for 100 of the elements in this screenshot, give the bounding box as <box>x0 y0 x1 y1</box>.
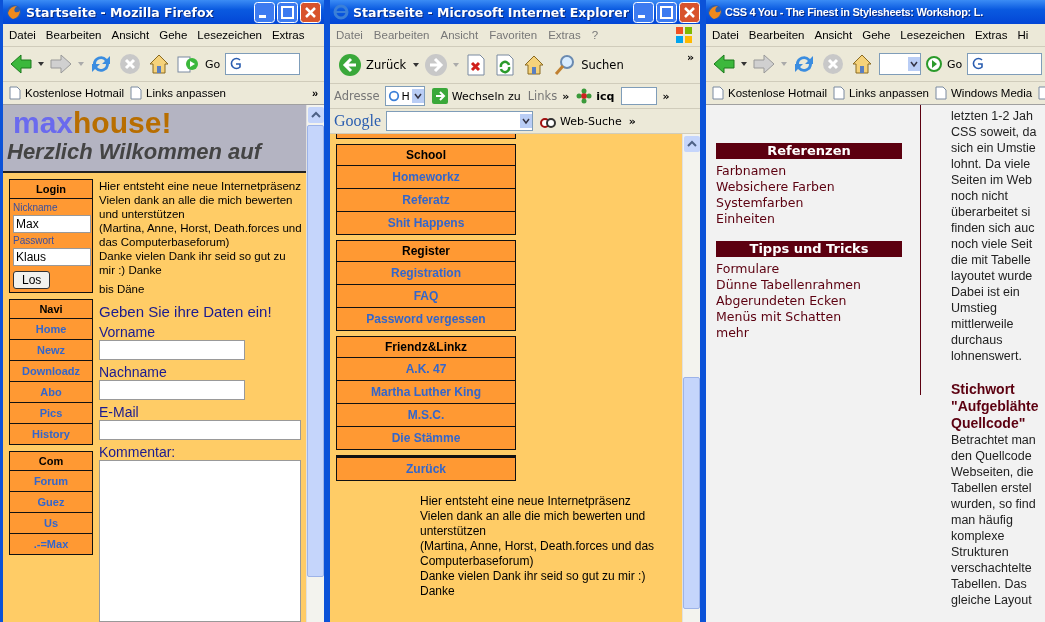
icq-button[interactable]: icq <box>574 88 617 104</box>
article-text: layoutet wurde <box>951 268 1034 284</box>
menu-item[interactable]: Lesezeichen <box>197 29 262 41</box>
login-button[interactable]: Los <box>13 271 51 289</box>
more-chevron[interactable]: » <box>562 89 570 103</box>
dropdown-icon[interactable] <box>520 114 533 128</box>
menu-item[interactable]: Favoriten <box>489 29 538 41</box>
menu-link[interactable]: Menüs mit Schatten <box>716 309 902 325</box>
go-button[interactable]: Wechseln zu <box>429 88 523 104</box>
web-search-button[interactable]: Web-Suche <box>538 113 624 129</box>
menu-heading: Navi <box>10 300 92 319</box>
search-field[interactable] <box>225 53 301 75</box>
menu-item[interactable]: Ansicht <box>440 29 479 41</box>
globe-icon <box>707 4 723 20</box>
menu-item[interactable]: Datei <box>712 29 739 41</box>
menu-link[interactable]: Abgerundeten Ecken <box>716 293 902 309</box>
maximize-icon[interactable] <box>277 1 298 23</box>
back-arrow-icon[interactable] <box>712 52 736 76</box>
input-field[interactable] <box>99 420 301 440</box>
article-text: Tabellen. Das <box>951 576 1028 592</box>
menu-link[interactable]: Formulare <box>716 261 902 277</box>
input-field[interactable] <box>99 380 245 400</box>
article-text: Dabei ist ein <box>951 284 1021 300</box>
article-text: komplexe <box>951 528 1006 544</box>
windows-flag-icon <box>674 25 694 45</box>
menu-item[interactable]: Gehe <box>862 29 891 41</box>
menu-item[interactable]: Bearbeiten <box>45 29 102 41</box>
go-icon[interactable] <box>926 56 942 72</box>
google-logo[interactable]: Google <box>334 112 382 130</box>
search-button[interactable]: Suchen <box>551 53 626 77</box>
bookmark-link[interactable]: Windows Media <box>935 86 1033 100</box>
menu-item[interactable]: Datei <box>336 29 363 41</box>
menu-item[interactable]: Ansicht <box>814 29 853 41</box>
menu-link[interactable]: Systemfarben <box>716 195 902 211</box>
close-icon[interactable] <box>678 1 700 23</box>
input-field[interactable]: Max <box>13 215 91 233</box>
google-search-field[interactable] <box>386 111 534 131</box>
minimize-icon[interactable] <box>632 1 654 23</box>
dropdown-icon[interactable] <box>411 89 424 103</box>
menu-item[interactable]: Ansicht <box>111 29 150 41</box>
welcome-heading: Herzlich Wilkommen auf <box>6 139 264 165</box>
menu-link[interactable]: Einheiten <box>716 211 902 227</box>
caret-icon[interactable] <box>741 62 747 66</box>
links-label[interactable]: Links <box>527 89 558 103</box>
more-chevron[interactable]: » <box>311 87 318 99</box>
menu-item[interactable]: Extras <box>548 29 581 41</box>
menu-link[interactable]: mehr <box>716 325 902 341</box>
input-field[interactable] <box>99 340 245 360</box>
minimize-icon[interactable] <box>254 1 275 23</box>
go-label[interactable]: Go <box>205 57 221 71</box>
caret-icon[interactable] <box>413 63 420 67</box>
scrollbar[interactable] <box>306 105 324 622</box>
menu-item[interactable]: Bearbeiten <box>748 29 805 41</box>
more-chevron[interactable]: » <box>662 89 670 103</box>
input-field[interactable]: Klaus <box>13 248 91 266</box>
scroll-up-icon[interactable] <box>683 136 700 152</box>
home-icon[interactable] <box>147 52 171 76</box>
section-heading: Tipps und Tricks <box>716 241 902 257</box>
bookmark-link[interactable]: Kostenlose Hotmail <box>712 86 828 100</box>
input-field[interactable] <box>621 87 658 105</box>
forward-arrow-icon[interactable] <box>752 52 776 76</box>
menu-item[interactable]: Bearbeiten <box>373 29 430 41</box>
more-chevron[interactable]: » <box>686 51 694 64</box>
address-text: H <box>401 89 410 103</box>
close-icon[interactable] <box>300 1 321 23</box>
menu-item[interactable]: Extras <box>974 29 1008 41</box>
more-chevron[interactable]: » <box>628 114 636 128</box>
article-text: gleiche Layout <box>951 592 1033 608</box>
menu-item[interactable]: ? <box>591 29 599 41</box>
globe-icon <box>6 4 22 20</box>
comment-field[interactable] <box>99 460 301 622</box>
menu-item[interactable]: Gehe <box>159 29 188 41</box>
address-field[interactable]: H <box>384 86 425 106</box>
back-button[interactable]: Zurück <box>336 53 409 77</box>
scrollbar[interactable] <box>682 134 700 622</box>
article-text: lohnt. Da viele <box>951 156 1032 172</box>
menu-link[interactable]: Websichere Farben <box>716 179 902 195</box>
ie-icon <box>387 89 400 103</box>
article-text: durchaus <box>951 332 1004 348</box>
dropdown-icon[interactable] <box>908 57 920 71</box>
field-label: Vorname <box>99 324 156 340</box>
scroll-up-icon[interactable] <box>307 107 324 123</box>
bookmark-link[interactable]: Links anpassen <box>130 86 226 100</box>
menu-item[interactable]: Hi <box>1017 29 1029 41</box>
go-label[interactable]: Go <box>947 57 963 71</box>
maximize-icon[interactable] <box>655 1 677 23</box>
bookmark-link[interactable]: Kostenlose Hotmail <box>9 86 125 100</box>
home-icon[interactable] <box>850 52 874 76</box>
menu-item[interactable]: Datei <box>9 29 36 41</box>
back-arrow-icon[interactable] <box>9 52 33 76</box>
address-field[interactable] <box>879 53 921 75</box>
menu-link[interactable]: Farbnamen <box>716 163 902 179</box>
caret-icon[interactable] <box>38 62 44 66</box>
field-label: Kommentar: <box>99 444 176 460</box>
forward-arrow-icon[interactable] <box>49 52 73 76</box>
menu-item[interactable]: Extras <box>271 29 305 41</box>
menu-item[interactable]: Lesezeichen <box>900 29 965 41</box>
bookmark-link[interactable]: Links anpassen <box>833 86 929 100</box>
search-field[interactable] <box>967 53 1043 75</box>
menu-link[interactable]: Dünne Tabellenrahmen <box>716 277 902 293</box>
